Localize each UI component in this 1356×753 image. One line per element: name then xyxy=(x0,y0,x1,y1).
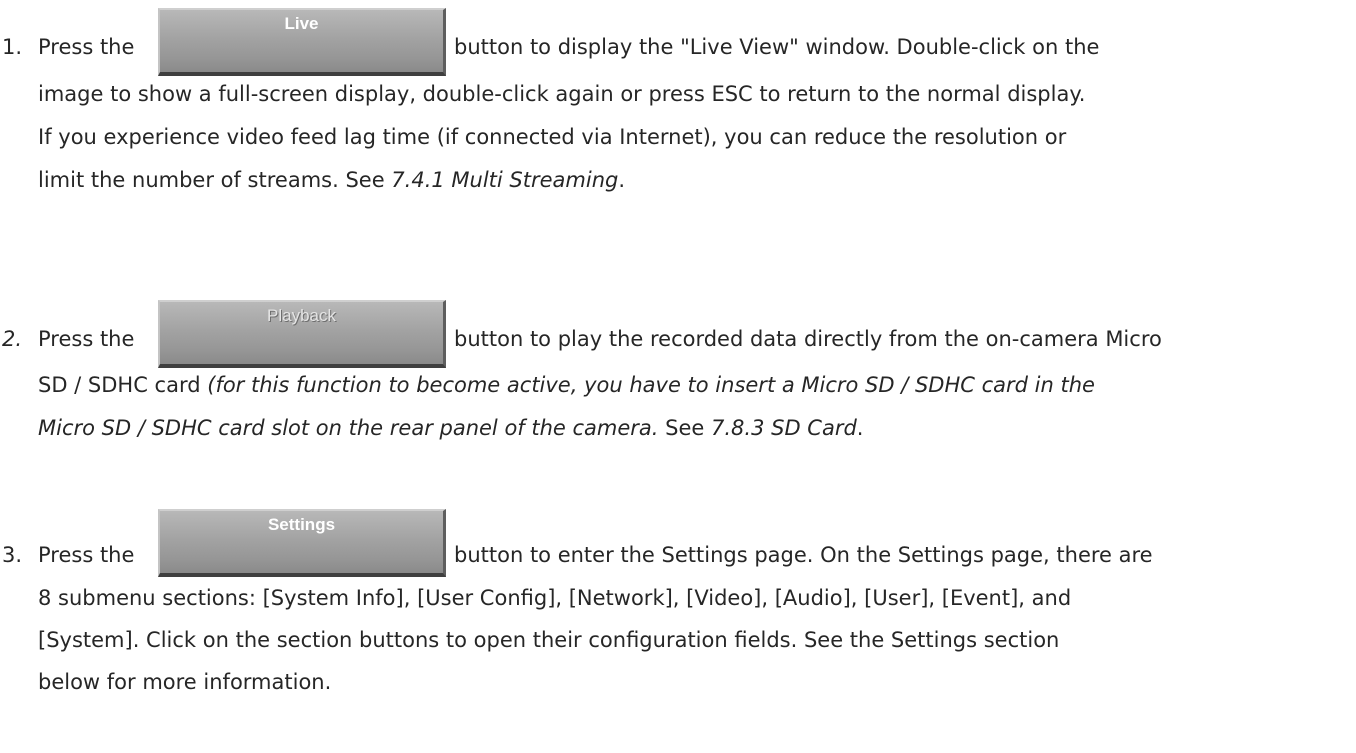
item-text-line: limit the number of streams. See 7.4.1 M… xyxy=(38,168,626,192)
item-number: 2. xyxy=(2,327,23,351)
item-lead-text: Press the xyxy=(38,35,135,59)
section-reference: 7.8.3 SD Card xyxy=(711,416,857,440)
section-reference: 7.4.1 Multi Streaming xyxy=(391,168,619,192)
item-text-line: button to play the recorded data directl… xyxy=(454,327,1162,351)
item-number: 3. xyxy=(2,543,23,567)
item-text-line: below for more information. xyxy=(38,670,332,694)
item-lead-text: Press the xyxy=(38,543,135,567)
item-text-line: SD / SDHC card (for this function to bec… xyxy=(38,373,1095,397)
item-text-line: 8 submenu sections: [System Info], [User… xyxy=(38,586,1072,610)
item-lead-text: Press the xyxy=(38,327,135,351)
item-text-line: button to enter the Settings page. On th… xyxy=(454,543,1153,567)
item-text-line: Micro SD / SDHC card slot on the rear pa… xyxy=(38,416,864,440)
settings-button[interactable]: Settings xyxy=(158,509,446,577)
item-text-line: button to display the "Live View" window… xyxy=(454,35,1100,59)
item-text-line: [System]. Click on the section buttons t… xyxy=(38,628,1060,652)
item-text-line: If you experience video feed lag time (i… xyxy=(38,125,1067,149)
playback-button[interactable]: Playback xyxy=(158,300,446,368)
item-number: 1. xyxy=(2,35,23,59)
live-button[interactable]: Live xyxy=(158,8,446,76)
item-text-line: image to show a full-screen display, dou… xyxy=(38,82,1086,106)
